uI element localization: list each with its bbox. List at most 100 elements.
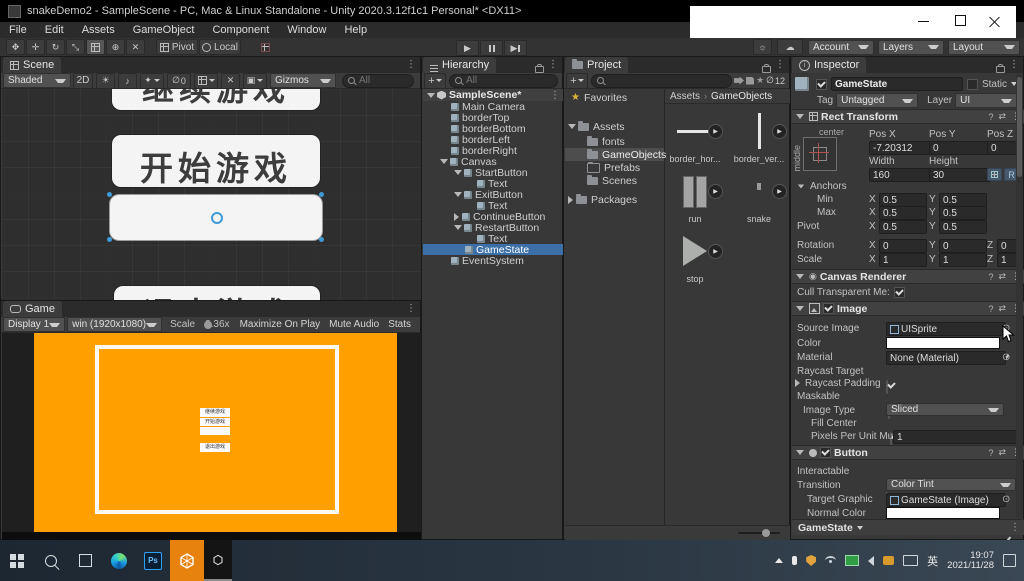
hierarchy-search-input[interactable] [466, 75, 552, 86]
add-object-button[interactable]: + [424, 73, 446, 89]
layers-dropdown[interactable]: Layers [878, 40, 944, 55]
name-field[interactable]: GameState [831, 77, 963, 91]
anchor-min-y-field[interactable]: 0.5 [939, 193, 987, 207]
notification-center-icon[interactable] [1003, 554, 1016, 567]
cull-transparent-checkbox[interactable] [894, 287, 905, 298]
favorites-item[interactable]: ★ Favorites [565, 89, 664, 106]
game-kebab-icon[interactable]: ⋮ [406, 303, 416, 314]
source-image-field[interactable]: UISprite [886, 322, 1006, 336]
foldout-closed-icon[interactable] [568, 196, 573, 204]
hierarchy-row[interactable]: borderRight [423, 145, 563, 156]
image-type-dropdown[interactable]: Sliced [886, 403, 1004, 416]
tray-expand-icon[interactable] [775, 558, 783, 563]
scale-y-field[interactable]: 1 [939, 253, 987, 267]
presets-icon[interactable]: ⇄ [998, 111, 1006, 122]
scene-grid-dropdown[interactable] [194, 73, 218, 89]
target-graphic-field[interactable]: GameState (Image) [886, 493, 1006, 507]
folder-prefabs[interactable]: Prefabs [565, 161, 664, 174]
hierarchy-row[interactable]: EventSystem [423, 255, 563, 266]
inspector-kebab-icon[interactable]: ⋮ [1009, 59, 1019, 70]
menu-help[interactable]: Help [335, 24, 376, 36]
raycast-padding-foldout-icon[interactable] [795, 379, 800, 387]
hierarchy-row[interactable]: Main Camera [423, 101, 563, 112]
game-start-button[interactable]: 开始游戏 [200, 418, 230, 426]
rect-transform-header[interactable]: Rect Transform ?⇄⋮ [792, 109, 1024, 124]
pos-x-field[interactable]: -7.20312 [869, 141, 931, 155]
scale-x-field[interactable]: 1 [879, 253, 927, 267]
scene-tools-icon[interactable]: ✕ [221, 73, 240, 89]
clock[interactable]: 19:07 2021/11/28 [947, 551, 994, 571]
game-exit-button[interactable]: 退出游戏 [200, 443, 230, 452]
add-asset-button[interactable]: + [566, 73, 588, 89]
layout-dropdown[interactable]: Layout [948, 40, 1020, 55]
layer-dropdown[interactable]: UI [955, 93, 1017, 108]
scene-light-icon[interactable]: ☀ [96, 73, 115, 89]
normal-color-swatch[interactable] [886, 507, 1000, 519]
menu-assets[interactable]: Assets [73, 24, 124, 36]
project-search[interactable] [591, 74, 732, 88]
scene-audio-icon[interactable]: ♪ [118, 73, 137, 89]
pivot-x-field[interactable]: 0.5 [879, 220, 927, 234]
scene-search[interactable] [342, 74, 414, 88]
help-icon[interactable]: ? [988, 448, 993, 458]
scene-kebab-icon[interactable]: ⋮ [406, 59, 416, 70]
menu-gameobject[interactable]: GameObject [124, 24, 204, 36]
hierarchy-row[interactable]: borderTop [423, 112, 563, 123]
taskbar-search-button[interactable] [34, 540, 68, 581]
image-enabled-checkbox[interactable] [823, 303, 834, 314]
help-icon[interactable]: ? [988, 272, 993, 282]
wifi-icon[interactable] [825, 556, 836, 565]
tab-game[interactable]: Game [3, 301, 62, 317]
play-icon[interactable]: ▶ [456, 40, 479, 56]
foldout-closed-icon[interactable] [454, 213, 459, 221]
presets-icon[interactable]: ⇄ [998, 303, 1006, 314]
folder-assets[interactable]: Assets [565, 118, 664, 135]
lock-icon[interactable] [762, 66, 771, 73]
pivot-handle-icon[interactable] [211, 212, 223, 224]
menu-component[interactable]: Component [203, 24, 278, 36]
width-field[interactable]: 160 [869, 168, 931, 182]
expand-subasset-icon[interactable]: ▶ [708, 244, 723, 259]
expand-subasset-icon[interactable]: ▶ [772, 124, 787, 139]
asset-border-hor[interactable]: ▶ border_hor... [669, 111, 721, 164]
folder-packages[interactable]: Packages [565, 191, 664, 208]
2d-toggle[interactable]: 2D [73, 73, 93, 89]
game-gamestate-button[interactable] [200, 427, 230, 435]
scene-row-kebab-icon[interactable]: ⋮ [550, 90, 560, 101]
start-button[interactable] [0, 540, 34, 581]
rect-tool-icon[interactable] [86, 39, 105, 55]
display-dropdown[interactable]: Display 1 [3, 317, 65, 332]
foldout-open-icon[interactable] [454, 170, 462, 175]
breadcrumb-gameobjects[interactable]: GameObjects [711, 91, 772, 102]
lock-icon[interactable] [996, 66, 1005, 73]
pos-y-field[interactable]: 0 [929, 141, 991, 155]
security-shield-icon[interactable] [806, 555, 816, 566]
object-picker-icon[interactable]: ⊙ [1002, 352, 1010, 363]
anchor-max-y-field[interactable]: 0.5 [939, 206, 987, 220]
hierarchy-row[interactable]: ContinueButton [423, 211, 563, 222]
rotation-y-field[interactable]: 0 [939, 239, 987, 253]
scrollbar-thumb[interactable] [1017, 77, 1022, 177]
rect-handle-icon[interactable] [107, 192, 112, 197]
rect-handle-icon[interactable] [107, 237, 112, 242]
foldout-open-icon[interactable] [796, 114, 804, 119]
tag-dropdown[interactable]: Untagged [836, 93, 918, 108]
grid-snap-icon[interactable] [256, 39, 275, 55]
image-header[interactable]: Image ?⇄⋮ [792, 301, 1024, 316]
expand-subasset-icon[interactable]: ▶ [708, 184, 723, 199]
hierarchy-row[interactable]: RestartButton [423, 222, 563, 233]
anchor-preset-widget[interactable] [803, 137, 837, 171]
maximize-icon[interactable] [955, 15, 966, 26]
foldout-open-icon[interactable] [568, 124, 576, 129]
scale-tool-icon[interactable]: ⤡ [66, 39, 85, 55]
hierarchy-search[interactable] [449, 74, 558, 88]
keyboard-icon[interactable] [903, 555, 918, 566]
rect-handle-icon[interactable] [319, 192, 324, 197]
folder-fonts[interactable]: fonts [565, 135, 664, 148]
pause-icon[interactable] [480, 40, 503, 56]
thumbnail-size-slider[interactable] [738, 532, 780, 534]
screen-share-icon[interactable] [845, 555, 859, 566]
hierarchy-kebab-icon[interactable]: ⋮ [548, 59, 558, 70]
move-tool-icon[interactable]: ✛ [26, 39, 45, 55]
rect-handle-icon[interactable] [319, 237, 324, 242]
